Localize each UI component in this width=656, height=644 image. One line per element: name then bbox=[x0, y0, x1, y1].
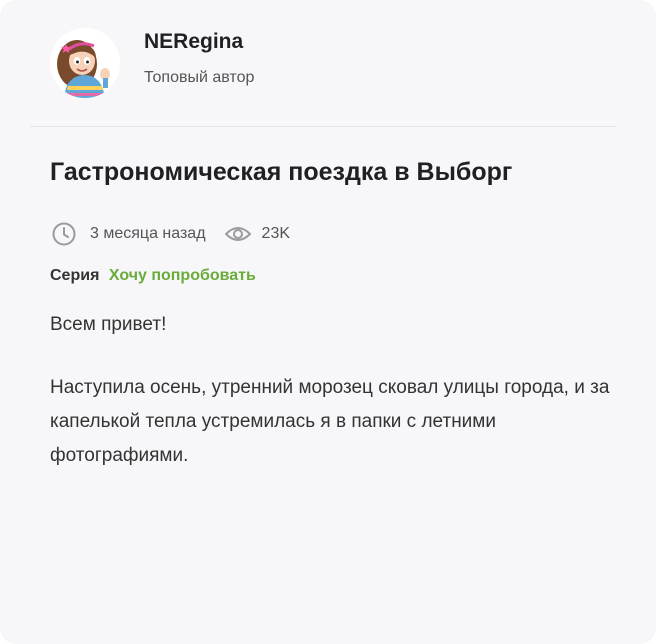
series-line: Серия Хочу попробовать bbox=[50, 265, 256, 287]
author-block[interactable]: NERegina Топовый автор bbox=[50, 28, 254, 98]
series-label: Серия bbox=[50, 267, 100, 284]
avatar[interactable] bbox=[50, 28, 120, 98]
post-paragraph: Наступила осень, утренний морозец сковал… bbox=[50, 377, 610, 466]
post-card: NERegina Топовый автор Гастрономическая … bbox=[0, 0, 656, 644]
author-name[interactable]: NERegina bbox=[144, 30, 254, 54]
avatar-illustration bbox=[50, 28, 120, 98]
series-link[interactable]: Хочу попробовать bbox=[109, 267, 256, 284]
post-meta: 3 месяца назад 23K bbox=[50, 220, 290, 248]
post-time: 3 месяца назад bbox=[90, 225, 206, 242]
post-title[interactable]: Гастрономическая поездка в Выборг bbox=[50, 156, 512, 188]
clock-icon bbox=[50, 220, 78, 248]
post-paragraph: Всем привет! bbox=[50, 314, 167, 335]
divider bbox=[30, 126, 616, 127]
author-role: Топовый автор bbox=[144, 69, 255, 86]
eye-icon bbox=[224, 220, 252, 248]
view-count: 23K bbox=[261, 225, 291, 242]
author-info: NERegina Топовый автор bbox=[144, 30, 255, 88]
